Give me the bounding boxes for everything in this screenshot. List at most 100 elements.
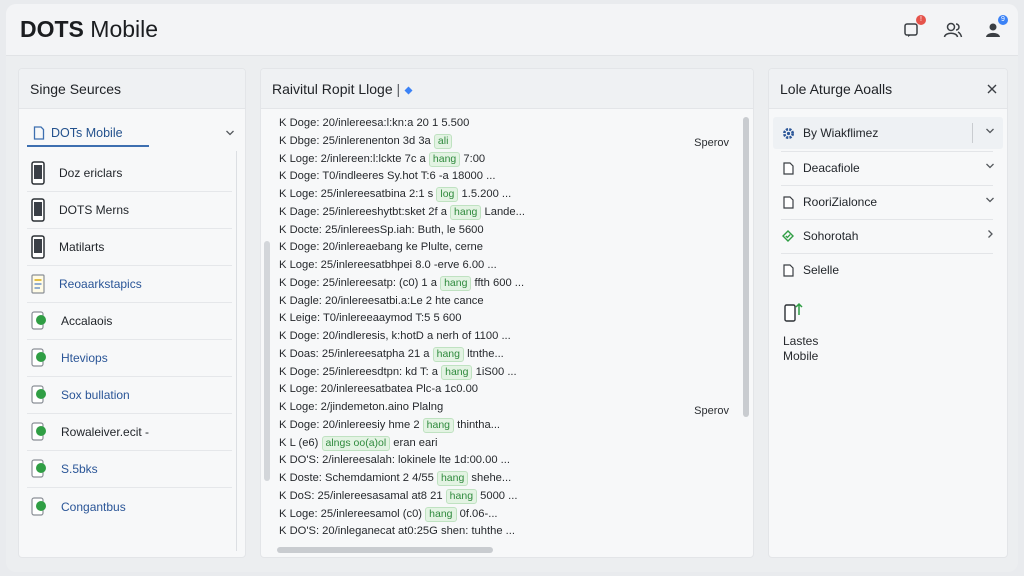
chevron-right-icon: [988, 230, 993, 238]
log-line[interactable]: K Loge: 25/inlereesatbina 2:1 s log 1.5.…: [279, 186, 739, 204]
log-line[interactable]: K DoS: 25/inlereesasamal at8 21 hang 500…: [279, 488, 739, 506]
source-selector[interactable]: DOTs Mobile: [27, 119, 239, 147]
log-line-text: K Doste: Schemdamiont 2 4/55: [279, 472, 437, 484]
log-line[interactable]: K Doas: 25/inlereesatpha 21 a hang ltnth…: [279, 346, 739, 364]
log-panel-header: Raivitul Ropit Lloge |: [261, 69, 753, 109]
log-line-text: K Dbge: 25/inlerenenton 3d 3a: [279, 134, 434, 147]
source-item-label: Reoaarkstapics: [59, 277, 142, 291]
gear-icon: [782, 127, 794, 139]
source-item[interactable]: Accalaois: [27, 303, 232, 340]
log-line[interactable]: K Doge: 20/inlereesa:l:kn:a 20 1 5.500: [279, 115, 739, 133]
chevron-down-icon: [986, 197, 994, 203]
page-icon: [782, 161, 794, 175]
source-item[interactable]: Sox bullation: [27, 377, 232, 414]
source-item[interactable]: DOTS Merns: [27, 192, 232, 229]
option-sohorotah[interactable]: Sohorotah: [773, 220, 1003, 252]
log-line[interactable]: K Loge: 25/inlereesatbhpei 8.0 -erve 6.0…: [279, 257, 739, 275]
log-line-text: K Loge: 25/inlereesatbina 2:1 s: [279, 188, 437, 200]
source-item-label: Matilarts: [59, 240, 105, 254]
log-line-tail: a 1c0.00: [435, 383, 479, 396]
mobile-upload-icon: [784, 302, 803, 322]
chat-icon: [31, 385, 46, 404]
source-item-label: DOTS Merns: [59, 203, 130, 217]
log-horizontal-scrollbar[interactable]: [277, 547, 493, 553]
source-item-label: Doz ericlars: [59, 166, 123, 180]
log-line-text: K Doge: 20/inlereaebang ke Plulte,: [279, 241, 456, 254]
sources-panel: Singe Seurces DOTs Mobile Doz ericlars D…: [18, 68, 246, 558]
log-panel: Raivitul Ropit Lloge | K Doge: 20/inlere…: [260, 68, 754, 558]
source-item-label: Congantbus: [61, 499, 126, 514]
log-line[interactable]: K Doste: Schemdamiont 2 4/55 hang shehe.…: [279, 470, 739, 488]
option-workflow[interactable]: By Wiakflimez: [773, 117, 1003, 149]
log-line-tail: eran eari: [390, 436, 438, 449]
source-item[interactable]: Doz ericlars: [27, 155, 232, 192]
log-line[interactable]: K DO'S: 2/inlereesalah: lokinele lte 1d:…: [279, 452, 739, 470]
latest-mobile-line2: Mobile: [783, 349, 819, 363]
chevron-down-icon: [226, 130, 234, 136]
app-title-rest: Mobile: [83, 16, 159, 42]
log-line-tail: cerne: [455, 241, 484, 254]
log-line[interactable]: K Dbge: 25/inlerenenton 3d 3a ali: [279, 133, 739, 151]
text-cursor: |: [396, 81, 401, 97]
latest-mobile-tile[interactable]: Lastes Mobile: [783, 301, 818, 364]
option-label: Deacafiole: [803, 161, 860, 175]
log-line[interactable]: K Doge: 20/indleresis, k:hotD a nerh of …: [279, 328, 739, 346]
page-icon: [782, 263, 794, 277]
app-title-bold: DOTS: [20, 16, 84, 42]
chat-icon: [31, 311, 46, 330]
latest-mobile-line1: Lastes: [783, 334, 819, 348]
log-line[interactable]: K Doge: 20/inlereaebang ke Plulte, cerne: [279, 239, 739, 257]
option-deacafiole[interactable]: Deacafiole: [773, 152, 1003, 184]
chat-icon: [31, 496, 46, 516]
source-item[interactable]: S.5bks: [27, 451, 232, 488]
option-selelle[interactable]: Selelle: [773, 254, 1003, 286]
source-item[interactable]: Rowaleiver.ecit -: [27, 414, 232, 451]
users-button[interactable]: [940, 17, 966, 43]
source-list: Doz ericlars DOTS Merns Matilarts Reoaar…: [27, 155, 232, 525]
log-left-scrollbar[interactable]: [264, 241, 270, 481]
app-title: DOTS Mobile: [20, 16, 158, 43]
log-line-tail: -a 18000 ...: [438, 170, 496, 183]
log-line[interactable]: K Doge: 25/inlereesatp: (c0) 1 a hang ff…: [279, 275, 739, 293]
option-roorizialonce[interactable]: RooriZialonce: [773, 186, 1003, 218]
log-line-tag: hang: [450, 204, 482, 220]
close-panel-button[interactable]: [987, 81, 997, 99]
source-item[interactable]: Matilarts: [27, 229, 232, 266]
log-line-tail: -erve 6.00 ...: [433, 259, 497, 271]
log-line[interactable]: K Doge: 25/inlereesdtpn: kd T: a hang 1i…: [279, 364, 739, 382]
log-line[interactable]: K Loge: 25/inlereesamol (c0) hang 0f.06-…: [279, 506, 739, 524]
phone-icon: [31, 235, 45, 259]
log-vertical-scrollbar[interactable]: [743, 117, 749, 417]
log-line[interactable]: K Docte: 25/inlereesSp.iah: Buth, le 560…: [279, 222, 739, 240]
log-line-text: K Doge: 25/inlereesatp: (c0) 1 a: [279, 276, 441, 289]
log-line-tail: 1.5.200 ...: [458, 188, 512, 200]
options-panel-title: Lole Aturge Aoalls: [769, 69, 1007, 109]
log-line[interactable]: K Leige: T0/inlereeaaymod T:5 5 600: [279, 310, 739, 328]
log-side-note: Sperov: [694, 405, 729, 417]
log-line[interactable]: K Dage: 25/inlereeshytbt:sket 2f a hang …: [279, 204, 739, 222]
log-line-tail: 5 600: [433, 312, 462, 325]
chat-icon: [31, 422, 46, 441]
log-line[interactable]: K Doge: T0/indleeres Sy.hot T:6 -a 18000…: [279, 168, 739, 186]
log-line-text: K DO'S: 2/inlereesalah: lokinele: [279, 454, 440, 467]
account-button[interactable]: 9: [980, 15, 1008, 43]
source-item[interactable]: Congantbus: [27, 488, 232, 525]
log-line-text: K Doge: 20/indleresis, k:hotD a: [279, 330, 437, 342]
log-line[interactable]: K Doge: 20/inlereesiy hme 2 hang thintha…: [279, 417, 739, 435]
log-line[interactable]: K Loge: 2/inlereen:l:lckte 7c a hang 7:0…: [279, 151, 739, 169]
log-line-text: K Loge: 25/inlereesatbhpei 8.0: [279, 259, 434, 271]
log-line[interactable]: K DO'S: 20/inleganecat at0:25G shen: tuh…: [279, 523, 739, 541]
log-line[interactable]: K Loge: 2/jindemeton.aino Plalng: [279, 399, 739, 417]
log-line[interactable]: K Loge: 20/inlereesatbatea Plc-a 1c0.00: [279, 381, 739, 399]
log-line-tail: ltnthe...: [463, 347, 504, 360]
chat-icon: [31, 459, 46, 478]
source-item[interactable]: Reoaarkstapics: [27, 266, 232, 303]
log-line-text: K DO'S: 20/inleganecat at0:25G: [279, 525, 441, 538]
sources-divider: [236, 151, 237, 551]
source-item-label: Accalaois: [61, 314, 113, 328]
notifications-button[interactable]: !: [898, 15, 926, 43]
source-item[interactable]: Hteviops: [27, 340, 232, 377]
log-line[interactable]: K L (e6) alngs oo(a)ol eran eari: [279, 435, 739, 453]
option-label: By Wiakflimez: [803, 126, 879, 140]
log-line[interactable]: K Dagle: 20/inlereesatbi.a:Le 2 hte canc…: [279, 293, 739, 311]
